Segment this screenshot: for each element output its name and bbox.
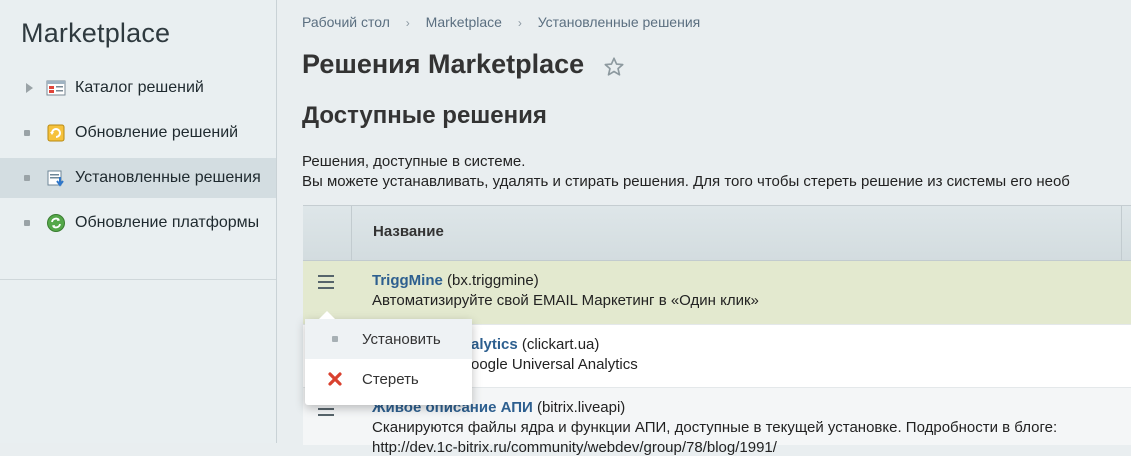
solution-code: (bx.triggmine)	[442, 272, 539, 289]
sidebar-title: Marketplace	[21, 18, 171, 48]
column-header-name[interactable]: Название	[373, 223, 444, 240]
sidebar-item-installed-solutions[interactable]: Установленные решения	[0, 158, 276, 198]
breadcrumb-desktop[interactable]: Рабочий стол	[302, 14, 390, 30]
sidebar: Marketplace Каталог решений Обновление р…	[0, 0, 277, 443]
install-action[interactable]: Установить	[305, 319, 472, 359]
breadcrumb-marketplace[interactable]: Marketplace	[426, 14, 502, 30]
table-row[interactable]: TriggMine (bx.triggmine) Автоматизируйте…	[303, 261, 1131, 324]
table-header: Название	[303, 206, 1131, 261]
erase-action-label: Стереть	[362, 370, 419, 388]
install-action-label: Установить	[362, 330, 441, 348]
breadcrumb: Рабочий стол › Marketplace › Установленн…	[302, 14, 700, 30]
expand-arrow-icon[interactable]	[26, 83, 33, 93]
delete-x-icon	[328, 372, 342, 386]
solution-name-link[interactable]: TriggMine	[372, 272, 443, 289]
sidebar-item-label: Обновление решений	[75, 124, 239, 141]
sidebar-item-label: Установленные решения	[75, 169, 261, 186]
section-title: Доступные решения	[302, 102, 547, 129]
description-line: Вы можете устанавливать, удалять и стира…	[302, 173, 1070, 190]
sidebar-item-label: Каталог решений	[75, 79, 204, 96]
solution-name-link[interactable]: alytics	[471, 336, 518, 353]
installed-solutions-icon	[47, 170, 64, 187]
breadcrumb-separator-icon: ›	[517, 16, 522, 30]
platform-update-icon	[47, 214, 65, 232]
header-menu-cell	[303, 206, 352, 260]
bullet-icon	[24, 220, 30, 226]
breadcrumb-separator-icon: ›	[405, 16, 410, 30]
solution-description: oogle Universal Analytics	[471, 356, 638, 373]
sidebar-item-label: Обновление платформы	[75, 214, 260, 231]
solution-code: (bitrix.liveapi)	[532, 399, 626, 416]
sidebar-item-update-solutions[interactable]: Обновление решений	[0, 113, 276, 153]
favorite-star-icon[interactable]	[603, 56, 625, 78]
bullet-icon	[24, 130, 30, 136]
row-title: alytics (clickart.ua)	[471, 336, 599, 353]
sidebar-divider	[0, 279, 276, 280]
description-line: Решения, доступные в системе.	[302, 153, 526, 170]
solution-description-link[interactable]: http://dev.1c-bitrix.ru/community/webdev…	[372, 439, 777, 456]
update-solutions-icon	[47, 124, 65, 142]
row-title: TriggMine (bx.triggmine)	[372, 272, 539, 289]
bullet-icon	[332, 336, 338, 342]
solution-description: Сканируются файлы ядра и функции АПИ, до…	[372, 419, 1058, 436]
erase-action[interactable]: Стереть	[305, 359, 472, 399]
header-column-cell	[1121, 206, 1131, 260]
bullet-icon	[24, 175, 30, 181]
sidebar-item-platform-update[interactable]: Обновление платформы	[0, 203, 276, 243]
row-action-popup: Установить Стереть	[305, 311, 472, 405]
catalog-icon	[46, 80, 66, 96]
solution-description: Автоматизируйте свой EMAIL Маркетинг в «…	[372, 292, 759, 309]
popup-caret	[319, 311, 335, 319]
row-menu-icon[interactable]	[318, 275, 334, 289]
page-title: Решения Marketplace	[302, 49, 585, 79]
description: Решения, доступные в системе. Вы можете …	[302, 152, 1070, 192]
sidebar-item-catalog[interactable]: Каталог решений	[0, 68, 276, 108]
breadcrumb-installed-solutions[interactable]: Установленные решения	[538, 14, 701, 30]
solution-code: (clickart.ua)	[517, 336, 600, 353]
